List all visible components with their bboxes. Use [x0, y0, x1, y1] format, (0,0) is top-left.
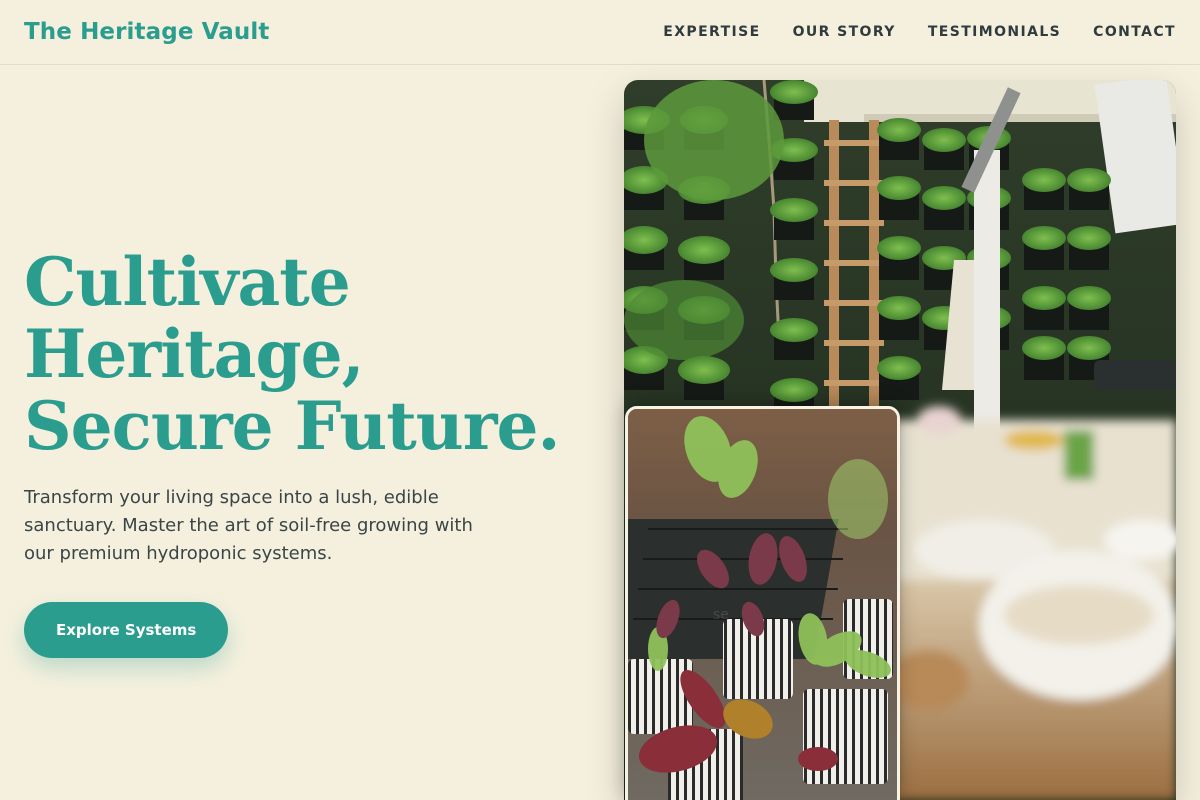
brand-logo[interactable]: The Heritage Vault — [24, 19, 269, 45]
nav-contact[interactable]: CONTACT — [1093, 24, 1176, 40]
seedlings-image: se — [628, 409, 897, 800]
nav-testimonials[interactable]: TESTIMONIALS — [928, 24, 1061, 40]
headline-line-1: Cultivate — [24, 243, 351, 321]
hero-content: Cultivate Heritage, Secure Future. Trans… — [24, 246, 584, 658]
potted-seedlings-photo: se — [625, 406, 900, 800]
headline-line-3: Secure Future. — [24, 387, 560, 465]
hero-headline: Cultivate Heritage, Secure Future. — [24, 246, 584, 462]
nav-our-story[interactable]: OUR STORY — [793, 24, 896, 40]
main-nav: EXPERTISE OUR STORY TESTIMONIALS CONTACT — [663, 24, 1176, 40]
svg-text:se: se — [713, 607, 729, 623]
site-header: The Heritage Vault EXPERTISE OUR STORY T… — [0, 0, 1200, 65]
nav-expertise[interactable]: EXPERTISE — [663, 24, 760, 40]
headline-line-2: Heritage, — [24, 315, 365, 393]
hero-subtext: Transform your living space into a lush,… — [24, 487, 473, 564]
explore-systems-button[interactable]: Explore Systems — [24, 602, 229, 658]
